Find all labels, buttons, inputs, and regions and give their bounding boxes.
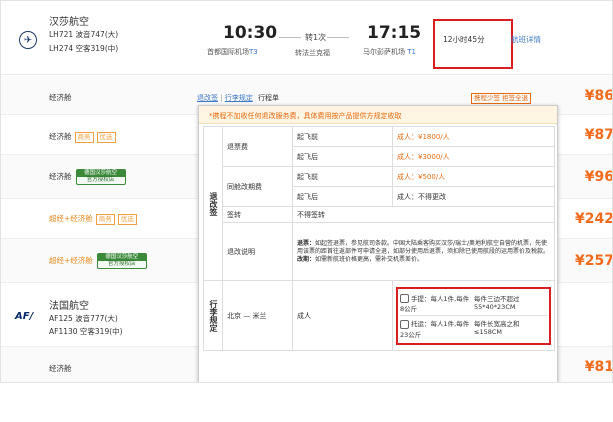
route: 北京 — 米兰 bbox=[222, 280, 293, 351]
visa-guarantee-tag: 携程少签 拒签全退 bbox=[471, 93, 532, 104]
route-line-right bbox=[327, 37, 349, 38]
fare-price[interactable]: ¥257 bbox=[575, 253, 612, 269]
checked-bag-rule: 托运：每人1件,每件23公斤 每件长宽高之和≤158CM bbox=[400, 319, 520, 339]
airline-name: 汉莎航空 bbox=[49, 17, 89, 28]
rules-table: 退改签 退票费 起飞前 成人：¥1800/人 起飞后 成人：¥3000/人 同舱… bbox=[203, 126, 555, 351]
section-refund-change: 退改签 bbox=[203, 126, 223, 281]
arrival-time: 17:15 bbox=[367, 23, 422, 43]
fare-class: 经济舱 商务 优选 bbox=[49, 131, 116, 143]
segment-1: AF125 波音777(大) bbox=[49, 314, 118, 323]
tab-refund-rules[interactable]: 退改签 bbox=[197, 94, 218, 102]
fare-price[interactable]: ¥242 bbox=[575, 211, 612, 227]
departure-time: 10:30 bbox=[223, 23, 278, 43]
rules-popup: *携程不加收任何退改服务费，具体费用按产品提供方规定收取 退改签 退票费 起飞前… bbox=[198, 105, 558, 382]
change-fee-label: 同舱改期费 bbox=[222, 166, 293, 207]
change-after-fee: 成人：不得更改 bbox=[392, 186, 555, 207]
endorse-value: 不得签转 bbox=[292, 206, 555, 223]
departure-airport: 首都国际机场T3 bbox=[207, 48, 258, 56]
fare-tag: 商务 bbox=[95, 214, 115, 225]
timing-label: 起飞前 bbox=[292, 126, 393, 147]
fare-tag: 商务 bbox=[74, 132, 94, 143]
official-store-badge: 德国汉莎航空 官方授权店 bbox=[96, 253, 147, 269]
tab-baggage-rules[interactable]: 行李规定 bbox=[225, 94, 253, 102]
timing-label: 起飞前 bbox=[292, 166, 393, 187]
air-france-logo-icon: AF/ bbox=[15, 311, 34, 322]
official-store-badge: 德国汉莎航空 官方授权店 bbox=[75, 169, 126, 185]
fare-class: 超经+经济舱 德国汉莎航空 官方授权店 bbox=[49, 253, 147, 269]
change-before-fee: 成人：¥500/人 bbox=[392, 166, 555, 187]
airline-name: 法国航空 bbox=[49, 301, 89, 312]
flight-duration: 12小时45分 bbox=[443, 35, 485, 44]
fare-price[interactable]: ¥86 bbox=[585, 88, 612, 104]
route-line-left bbox=[279, 37, 301, 38]
flight-results-panel: ✈ 汉莎航空 LH721 波音747(大) LH274 空客319(中) 10:… bbox=[0, 0, 613, 383]
fare-tag: 优选 bbox=[96, 132, 116, 143]
refund-before-fee: 成人：¥1800/人 bbox=[392, 126, 555, 147]
fare-class: 经济舱 bbox=[49, 93, 72, 102]
endorse-label: 签转 bbox=[222, 206, 293, 223]
notes-label: 退改说明 bbox=[222, 222, 293, 281]
carry-on-rule: 手提：每人1件,每件8公斤 每件三边不超过55*40*23CM bbox=[400, 291, 547, 316]
segment-2: AF1130 空客319(中) bbox=[49, 327, 123, 336]
baggage-highlight: 手提：每人1件,每件8公斤 每件三边不超过55*40*23CM 托运：每人1件,… bbox=[396, 286, 551, 345]
segment-2: LH274 空客319(中) bbox=[49, 44, 119, 53]
fare-class: 超经+经济舱 商务 优选 bbox=[49, 213, 137, 225]
arrival-airport: 马尔彭萨机场 T1 bbox=[363, 48, 416, 56]
timing-label: 起飞后 bbox=[292, 186, 393, 207]
fare-class: 经济舱 德国汉莎航空 官方授权店 bbox=[49, 169, 126, 185]
flight-details-link[interactable]: 航班详情 bbox=[511, 34, 541, 45]
baggage-cell: 手提：每人1件,每件8公斤 每件三边不超过55*40*23CM 托运：每人1件,… bbox=[392, 280, 555, 351]
refund-fee-label: 退票费 bbox=[222, 126, 293, 167]
fare-tag: 优选 bbox=[117, 214, 137, 225]
refund-notes: 退票：如起签退票，参见航司条款。中国大陆乘客购买汉莎/瑞士/奥地利航空自营的机票… bbox=[292, 222, 555, 281]
refund-after-fee: 成人：¥3000/人 bbox=[392, 146, 555, 167]
fare-price[interactable]: ¥81 bbox=[585, 359, 612, 375]
tab-itinerary[interactable]: 行程单 bbox=[258, 94, 279, 102]
fare-tabs: 退改签 | 行李规定 行程单 bbox=[197, 94, 280, 102]
lufthansa-logo-icon: ✈ bbox=[19, 31, 37, 49]
flight-header-lh[interactable]: ✈ 汉莎航空 LH721 波音747(大) LH274 空客319(中) 10:… bbox=[1, 1, 612, 75]
timing-label: 起飞后 bbox=[292, 146, 393, 167]
service-fee-notice: *携程不加收任何退改服务费，具体费用按产品提供方规定收取 bbox=[199, 106, 557, 124]
section-baggage: 行李规定 bbox=[203, 280, 223, 351]
transfer-city: 转法兰克福 bbox=[295, 49, 330, 57]
passenger-type: 成人 bbox=[292, 280, 393, 351]
checked-bag-icon bbox=[400, 319, 409, 329]
fare-price[interactable]: ¥96 bbox=[585, 169, 612, 185]
segment-1: LH721 波音747(大) bbox=[49, 30, 119, 39]
fare-class: 经济舱 bbox=[49, 364, 72, 373]
transfer-count: 转1次 bbox=[305, 33, 327, 42]
fare-price[interactable]: ¥87 bbox=[585, 127, 612, 143]
carry-on-bag-icon bbox=[400, 294, 409, 303]
